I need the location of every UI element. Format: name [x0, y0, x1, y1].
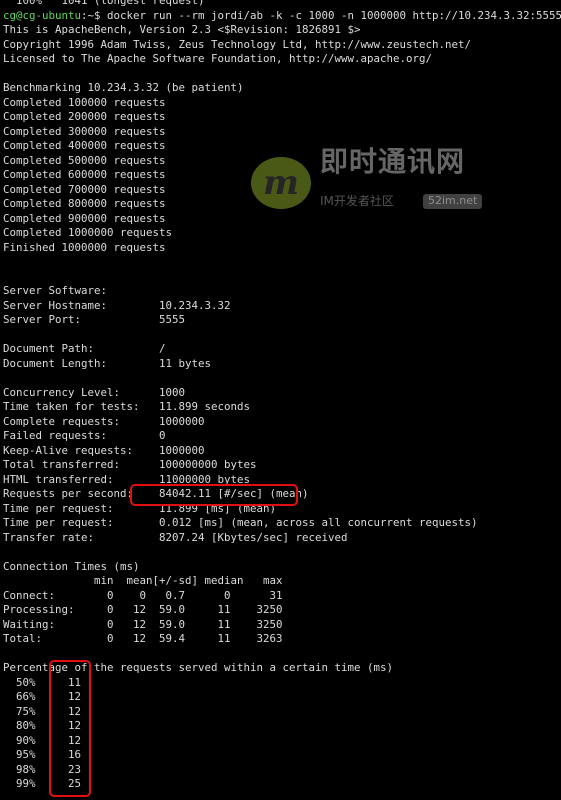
prompt-user: cg@cg-ubuntu — [3, 8, 82, 22]
terminal-line: Requests per second: 84042.11 [#/sec] (m… — [3, 487, 309, 500]
terminal-line: Completed 400000 requests — [3, 139, 166, 152]
terminal-line: 99% 25 — [3, 777, 82, 790]
terminal-line: 90% 12 — [3, 733, 82, 747]
terminal-output[interactable]: 100% 1041 (longest request) cg@cg-ubuntu:… — [3, 0, 561, 792]
terminal-line: Time taken for tests: 11.899 seconds — [3, 400, 251, 413]
terminal-line: Finished 1000000 requests — [3, 240, 166, 254]
terminal-line: Copyright 1996 Adam Twiss, Zeus Technolo… — [3, 37, 472, 51]
terminal-line: Licensed to The Apache Software Foundati… — [3, 52, 433, 65]
terminal-line: Connect: 0 0 0.7 0 31 — [3, 588, 283, 602]
terminal-line: Completed 300000 requests — [3, 124, 166, 138]
terminal-line: Time per request: 0.012 [ms] (mean, acro… — [3, 516, 478, 529]
terminal-line: Benchmarking 10.234.3.32 (be patient) — [3, 81, 244, 94]
terminal-line: Connection Times (ms) — [3, 559, 140, 573]
terminal-line: 80% 12 — [3, 719, 82, 732]
terminal-line: Transfer rate: 8207.24 [Kbytes/sec] rece… — [3, 530, 348, 544]
terminal-line: Server Hostname: 10.234.3.32 — [3, 298, 231, 312]
terminal-line: Completed 500000 requests — [3, 153, 166, 167]
terminal-line: Failed requests: 0 — [3, 429, 166, 442]
terminal-line: This is ApacheBench, Version 2.3 <$Revis… — [3, 23, 361, 36]
terminal-line: Completed 200000 requests — [3, 110, 166, 123]
terminal-line: HTML transferred: 11000000 bytes — [3, 472, 251, 486]
terminal-line: 66% 12 — [3, 690, 82, 703]
terminal-line: Server Software: — [3, 284, 108, 297]
terminal-line: Completed 900000 requests — [3, 211, 166, 225]
terminal-line: Keep-Alive requests: 1000000 — [3, 443, 205, 457]
terminal-line: Document Path: / — [3, 342, 166, 355]
terminal-line: 100% 1041 (longest request) — [3, 0, 205, 7]
terminal-line: Completed 600000 requests — [3, 168, 166, 181]
terminal-line: Total transferred: 100000000 bytes — [3, 458, 257, 471]
terminal-line: Server Port: 5555 — [3, 313, 186, 326]
terminal-line: cg@cg-ubuntu:~$ docker run --rm jordi/ab… — [3, 9, 561, 24]
terminal-line: Complete requests: 1000000 — [3, 414, 205, 428]
terminal-line: Completed 100000 requests — [3, 95, 166, 109]
terminal-line: 95% 16 — [3, 748, 82, 761]
terminal-line: Completed 700000 requests — [3, 182, 166, 196]
terminal-line: Time per request: 11.899 [ms] (mean) — [3, 501, 277, 515]
terminal-line: Total: 0 12 59.4 11 3263 — [3, 632, 283, 645]
terminal-line: min mean[+/-sd] median max — [3, 574, 283, 587]
terminal-line: Completed 800000 requests — [3, 197, 166, 210]
terminal-line: 98% 23 — [3, 762, 82, 776]
prompt-command: :~$ docker run --rm jordi/ab -k -c 1000 … — [81, 8, 561, 22]
terminal-line: Waiting: 0 12 59.0 11 3250 — [3, 617, 283, 631]
terminal-line: Concurrency Level: 1000 — [3, 385, 186, 399]
terminal-line: Document Length: 11 bytes — [3, 356, 212, 370]
terminal-line: Processing: 0 12 59.0 11 3250 — [3, 603, 283, 616]
terminal-line: Completed 1000000 requests — [3, 226, 173, 239]
terminal-line: Percentage of the requests served within… — [3, 661, 394, 674]
terminal-line: 50% 11 — [3, 675, 82, 689]
terminal-line: 75% 12 — [3, 704, 82, 718]
